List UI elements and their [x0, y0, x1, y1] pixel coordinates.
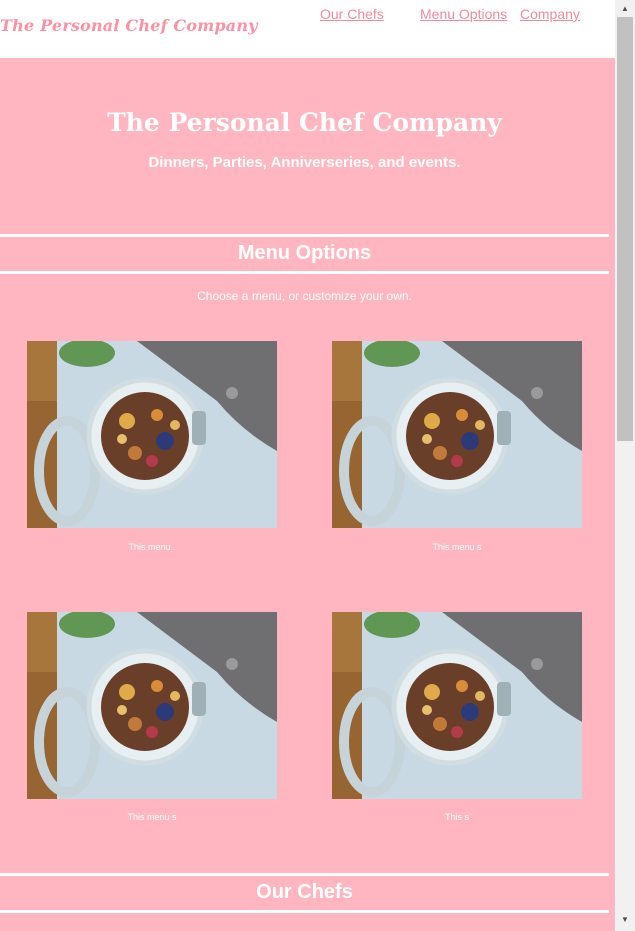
menu-card-caption: This menu s	[127, 812, 177, 822]
scroll-down-arrow-icon[interactable]: ▼	[615, 911, 635, 927]
spice-jar-photo	[27, 612, 277, 799]
menu-options-subtitle: Choose a menu, or customize your own.	[197, 289, 412, 303]
site-logo[interactable]: The Personal Chef Company	[0, 16, 258, 35]
menu-options-heading: Menu Options	[237, 242, 372, 264]
spice-jar-photo	[332, 341, 582, 528]
spice-jar-photo	[27, 341, 277, 528]
menu-card-image[interactable]	[27, 612, 277, 799]
page-body: The Personal Chef Company Our Chefs Menu…	[0, 0, 615, 931]
hero-title: The Personal Chef Company	[107, 108, 502, 137]
menu-card-image[interactable]	[27, 341, 277, 528]
section-divider-bottom	[0, 910, 609, 913]
spice-jar-photo	[332, 612, 582, 799]
section-divider-top	[0, 234, 609, 237]
menu-card-image[interactable]	[332, 612, 582, 799]
section-divider-top	[0, 873, 609, 876]
top-navbar: The Personal Chef Company Our Chefs Menu…	[0, 0, 615, 58]
menu-card-caption: This menu .	[128, 542, 176, 552]
menu-card-caption: This s	[444, 812, 469, 822]
scrollbar-thumb[interactable]	[617, 17, 633, 441]
vertical-scrollbar[interactable]: ▲ ▼	[615, 0, 635, 931]
hero-subtitle: Dinners, Parties, Anniverseries, and eve…	[148, 154, 461, 171]
section-divider-bottom	[0, 271, 609, 274]
menu-card-image[interactable]	[332, 341, 582, 528]
nav-link-menu-options[interactable]: Menu Options	[420, 6, 507, 22]
nav-link-company[interactable]: Company	[520, 6, 580, 22]
menu-card-caption: This menu s	[432, 542, 482, 552]
scroll-up-arrow-icon[interactable]: ▲	[615, 0, 635, 16]
our-chefs-heading: Our Chefs	[256, 881, 353, 903]
nav-link-our-chefs[interactable]: Our Chefs	[320, 6, 384, 22]
